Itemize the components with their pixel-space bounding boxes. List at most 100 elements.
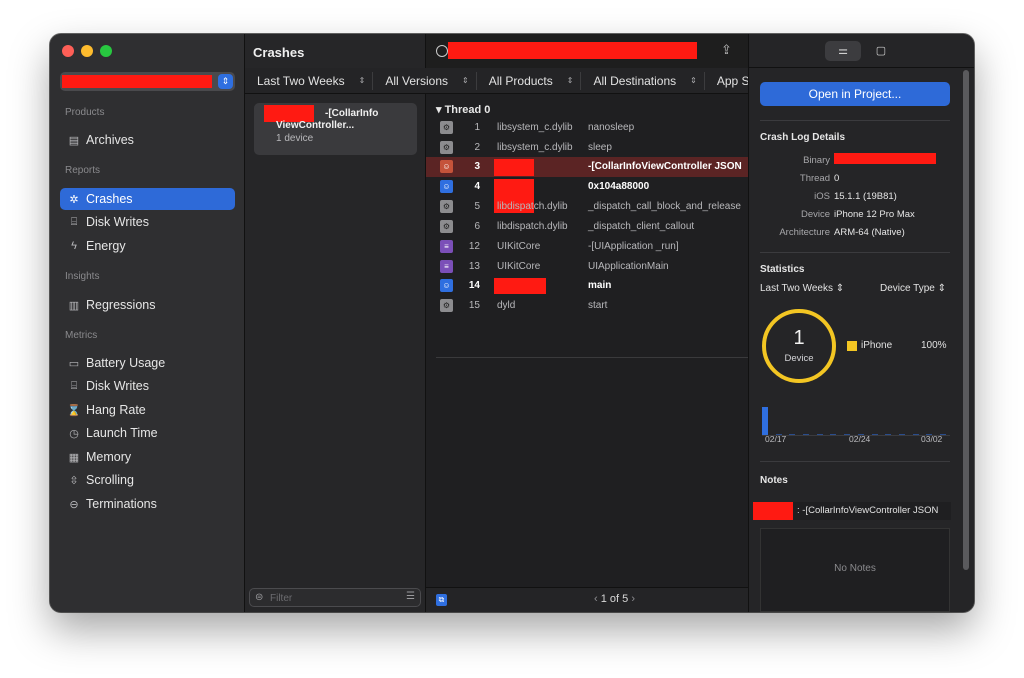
sidebar-item-crashes[interactable]: ✲ Crashes — [60, 188, 235, 210]
sidebar-item-label: Scrolling — [86, 473, 134, 487]
updown-chevron-icon: ⇕ — [462, 76, 469, 85]
frame-number: 2 — [474, 142, 480, 153]
sidebar-item-launch-time[interactable]: ◷ Launch Time — [60, 422, 235, 444]
histogram-bar — [789, 434, 796, 435]
detail-value: 0 — [834, 173, 840, 184]
stack-frame-row[interactable]: ⚙ 1 libsystem_c.dylib nanosleep — [426, 118, 748, 138]
thread-header[interactable]: ▾ Thread 0 — [436, 103, 490, 116]
histogram-bar — [816, 434, 823, 435]
frame-number: 15 — [468, 300, 480, 311]
notes-editor[interactable]: No Notes — [760, 528, 950, 612]
detail-key: iOS — [814, 191, 830, 202]
sidebar-item-terminations[interactable]: ⊖ Terminations — [60, 493, 235, 515]
stack-frame-row[interactable]: ☺ 3 -[CollarInfoViewController JSON — [426, 157, 748, 177]
frame-symbol: sleep — [588, 142, 612, 153]
sidebar-item-regressions[interactable]: ▥ Regressions — [60, 294, 235, 316]
note-title: : -[CollarInfoViewController JSON — [797, 505, 939, 516]
share-icon[interactable]: ⇪ — [721, 42, 732, 58]
thread-header-label: Thread 0 — [444, 104, 491, 116]
thread-footer: ⧉ ‹ 1 of 5 › — [426, 587, 748, 612]
crash-title-line2: ViewController... — [276, 120, 355, 131]
minimize-window-button[interactable] — [81, 45, 93, 57]
filter-popup-label: All Products — [488, 73, 553, 88]
crash-title-line1: -[CollarInfo — [325, 108, 379, 119]
period-select-label: Last Two Weeks — [760, 283, 833, 294]
stack-frame-row[interactable]: ☺ 4 0x104a88000 — [426, 177, 748, 213]
stack-frame-row[interactable]: ⚙ 6 libdispatch.dylib _dispatch_client_call… — [426, 217, 748, 237]
detail-key: Binary — [803, 155, 830, 166]
note-title-field[interactable]: : -[CollarInfoViewController JSON — [753, 502, 951, 520]
filter-popup-0[interactable]: Last Two Weeks ⇕ — [245, 71, 374, 90]
zoom-window-button[interactable] — [100, 45, 112, 57]
sidebar: ⇕ Products ▤ Archives Reports ✲ Crashes ⌸ Disk … — [50, 34, 245, 612]
user-code-icon: ☺ — [440, 279, 453, 292]
inspector-tabs: ⚌ ▢ — [749, 34, 974, 68]
next-page-button[interactable]: › — [631, 593, 635, 605]
detail-value: 15.1.1 (19B81) — [834, 191, 897, 202]
previous-page-button[interactable]: ‹ — [594, 593, 598, 605]
list-options-icon[interactable]: ☰ — [406, 591, 415, 602]
stack-frame-row[interactable]: ☺ 14 main — [426, 276, 748, 296]
user-code-icon: ☺ — [440, 160, 453, 173]
sliders-icon[interactable]: ⚌ — [825, 41, 861, 61]
comment-icon[interactable]: ▢ — [863, 41, 899, 61]
filter-popup-1[interactable]: All Versions ⇕ — [373, 71, 477, 90]
sidebar-section-title: Metrics — [65, 330, 98, 341]
x-tick-label: 02/17 — [765, 434, 787, 444]
frame-library: dyld — [497, 300, 516, 311]
user-frames-filter-icon[interactable]: ⧉ — [436, 594, 447, 606]
detail-key: Architecture — [779, 227, 830, 238]
memory-icon: ▦ — [68, 451, 80, 464]
device-count: 1 — [793, 327, 805, 349]
filter-placeholder: Filter — [270, 593, 293, 604]
open-in-project-button[interactable]: Open in Project... — [760, 82, 950, 106]
legend-percent: 100% — [921, 340, 947, 351]
sidebar-item-disk-writes[interactable]: ⌸ Disk Writes — [60, 375, 235, 397]
group-select[interactable]: Device Type ⇕ — [880, 283, 946, 294]
frame-library: libsystem_c.dylib — [497, 122, 573, 133]
stack-frame-row[interactable]: ⚙ 2 libsystem_c.dylib sleep — [426, 138, 748, 158]
toolbar: Crashes ⇪ — [245, 34, 748, 68]
filter-popup-2[interactable]: All Products ⇕ — [477, 71, 582, 90]
crash-log-details-heading: Crash Log Details — [760, 132, 846, 143]
hourglass-icon: ⌛ — [67, 404, 81, 417]
histogram-bar — [912, 434, 919, 435]
system-library-icon: ⚙ — [440, 220, 453, 233]
period-select[interactable]: Last Two Weeks ⇕ — [760, 283, 844, 294]
inspector-scrollbar[interactable] — [963, 70, 969, 570]
empty-notes-label: No Notes — [834, 563, 876, 574]
filter-popup-label: All Versions — [385, 73, 449, 88]
filter-popup-3[interactable]: All Destinations ⇕ — [581, 71, 705, 90]
stack-frame-row[interactable]: ≡ 13 UIKitCore UIApplicationMain — [426, 257, 748, 277]
stack-frame-row[interactable]: ≡ 12 UIKitCore -[UIApplication _run] — [426, 237, 748, 257]
sidebar-item-archives[interactable]: ▤ Archives — [60, 129, 235, 151]
filter-popup-4[interactable]: App St — [705, 72, 748, 90]
sidebar-item-label: Energy — [86, 239, 126, 253]
redacted-binary — [834, 153, 936, 164]
sidebar-item-label: Disk Writes — [86, 379, 149, 393]
sidebar-item-label: Archives — [86, 133, 134, 147]
sidebar-item-disk-writes[interactable]: ⌸ Disk Writes — [60, 211, 235, 233]
sidebar-item-hang-rate[interactable]: ⌛ Hang Rate — [60, 399, 235, 421]
device-count-label: Device — [784, 353, 814, 364]
stack-frame-row[interactable]: ⚙ 15 dyld start — [426, 296, 748, 316]
frame-library: libdispatch.dylib — [497, 221, 568, 232]
x-tick-label: 02/24 — [849, 434, 871, 444]
divider — [760, 461, 950, 462]
frame-symbol: UIApplicationMain — [588, 261, 669, 272]
frame-symbol: _dispatch_call_block_and_release — [588, 201, 741, 212]
filter-field[interactable]: ⊜ Filter ☰ — [249, 588, 421, 607]
sidebar-item-memory[interactable]: ▦ Memory — [60, 446, 235, 468]
minus-circle-icon: ⊖ — [69, 498, 79, 511]
thread-backtrace: ▾ Thread 0 ⚙ 1 libsystem_c.dylib nanosleep ⚙… — [426, 94, 748, 587]
stack-frame-row[interactable]: ⚙ 5 libdispatch.dylib _dispatch_call_block_… — [426, 197, 748, 217]
system-library-icon: ⚙ — [440, 200, 453, 213]
sidebar-item-energy[interactable]: ϟ Energy — [60, 235, 235, 257]
app-selector[interactable]: ⇕ — [60, 72, 235, 91]
close-window-button[interactable] — [62, 45, 74, 57]
sidebar-item-battery-usage[interactable]: ▭ Battery Usage — [60, 352, 235, 374]
sidebar-item-scrolling[interactable]: ⇳ Scrolling — [60, 469, 235, 491]
crash-list-item[interactable]: -[CollarInfo ViewController... 1 device — [254, 103, 417, 155]
updown-chevron-icon: ⇕ — [937, 283, 947, 294]
histogram-bar — [803, 434, 810, 435]
